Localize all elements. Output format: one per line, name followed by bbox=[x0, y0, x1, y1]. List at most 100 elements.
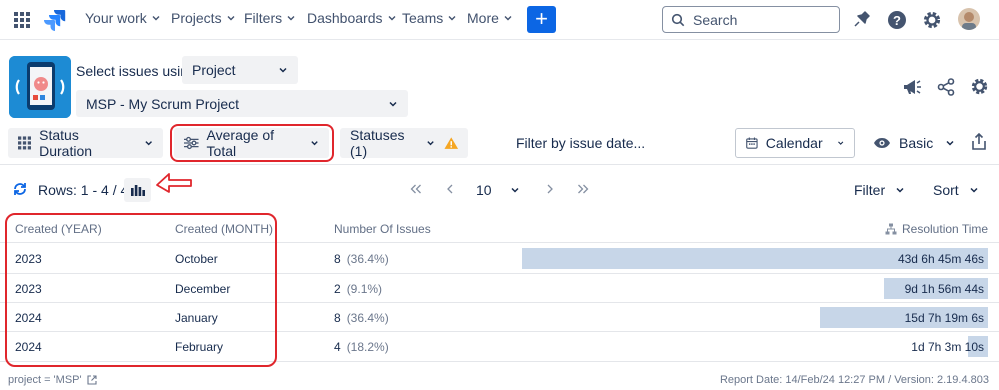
page-size-select[interactable]: 10 bbox=[476, 182, 520, 198]
resolution-value: 43d 6h 45m 46s bbox=[897, 252, 984, 266]
search-icon bbox=[671, 13, 685, 26]
grid-icon bbox=[18, 136, 32, 150]
eye-icon bbox=[874, 138, 890, 148]
nav-label: Your work bbox=[85, 10, 147, 26]
date-filter-input[interactable]: Filter by issue date... bbox=[516, 135, 645, 151]
announcement-icon[interactable] bbox=[902, 78, 922, 96]
refresh-icon[interactable] bbox=[12, 181, 28, 197]
project-select[interactable]: MSP - My Scrum Project bbox=[76, 90, 408, 117]
create-button[interactable]: + bbox=[527, 6, 556, 33]
chevron-down-icon bbox=[504, 16, 512, 21]
hierarchy-icon bbox=[885, 223, 897, 235]
chevron-down-icon bbox=[896, 187, 904, 193]
help-icon[interactable]: ? bbox=[887, 10, 907, 30]
chevron-down-icon bbox=[448, 16, 456, 21]
nav-label: Teams bbox=[402, 10, 444, 26]
jira-logo-icon[interactable] bbox=[44, 9, 66, 31]
select-issues-label: Select issues using bbox=[76, 63, 196, 79]
page-size-value: 10 bbox=[476, 182, 492, 198]
search-placeholder: Search bbox=[693, 11, 738, 28]
issue-source-select[interactable]: Project bbox=[182, 56, 298, 84]
chevron-down-icon bbox=[427, 141, 435, 146]
count-value: 8 bbox=[334, 252, 341, 266]
chevron-down-icon bbox=[287, 16, 295, 21]
share-icon[interactable] bbox=[937, 78, 955, 96]
nav-projects[interactable]: Projects bbox=[171, 10, 236, 26]
calendar-label: Calendar bbox=[765, 135, 823, 151]
highlight-annotation bbox=[170, 124, 334, 162]
count-cell: 2 (9.1%) bbox=[334, 282, 382, 296]
count-value: 2 bbox=[334, 282, 341, 296]
nav-dashboards[interactable]: Dashboards bbox=[307, 10, 397, 26]
calendar-icon bbox=[746, 137, 758, 149]
count-cell: 8 (36.4%) bbox=[334, 252, 389, 266]
chevron-down-icon bbox=[227, 16, 235, 21]
chevron-down-icon bbox=[946, 140, 954, 146]
svg-text:?: ? bbox=[893, 13, 901, 28]
export-icon[interactable] bbox=[971, 133, 987, 151]
nav-label: Projects bbox=[171, 10, 222, 26]
calendar-select[interactable]: Calendar bbox=[735, 128, 855, 158]
count-percent: (9.1%) bbox=[346, 282, 383, 296]
highlight-annotation bbox=[5, 213, 277, 367]
nav-filters[interactable]: Filters bbox=[244, 10, 296, 26]
search-input[interactable]: Search bbox=[662, 6, 840, 33]
chevron-down-icon bbox=[389, 101, 397, 107]
notifications-icon[interactable] bbox=[852, 11, 870, 29]
filter-label: Filter bbox=[854, 182, 886, 198]
sort-button[interactable]: Sort bbox=[933, 182, 979, 198]
report-info: Report Date: 14/Feb/24 12:27 PM / Versio… bbox=[719, 374, 989, 386]
chevron-down-icon bbox=[970, 187, 978, 193]
column-header-resolution[interactable]: Resolution Time bbox=[885, 222, 988, 236]
app-switcher-icon[interactable] bbox=[14, 12, 30, 28]
report-type-select[interactable]: Status Duration bbox=[8, 127, 163, 159]
project-value: MSP - My Scrum Project bbox=[86, 95, 239, 112]
chevron-down-icon bbox=[145, 141, 152, 146]
count-cell: 4 (18.2%) bbox=[334, 340, 389, 354]
last-page-icon[interactable] bbox=[577, 184, 589, 194]
app-logo-icon bbox=[9, 56, 71, 118]
next-page-icon[interactable] bbox=[546, 184, 554, 194]
resolution-value: 15d 7h 19m 6s bbox=[904, 311, 984, 325]
prev-page-icon[interactable] bbox=[446, 184, 454, 194]
settings-icon[interactable] bbox=[922, 10, 942, 30]
top-navigation: Your work Projects Filters Dashboards Te… bbox=[0, 0, 999, 40]
report-type-label: Status Duration bbox=[39, 127, 93, 159]
nav-label: Dashboards bbox=[307, 10, 383, 26]
count-percent: (36.4%) bbox=[346, 311, 389, 325]
count-value: 8 bbox=[334, 311, 341, 325]
first-page-icon[interactable] bbox=[410, 184, 422, 194]
column-header-count[interactable]: Number Of Issues bbox=[334, 222, 431, 236]
settings-icon[interactable] bbox=[970, 77, 989, 96]
view-mode-select[interactable]: Basic bbox=[873, 135, 955, 151]
sort-label: Sort bbox=[933, 182, 959, 198]
chevron-down-icon bbox=[837, 141, 843, 145]
statuses-label: Statuses (1) bbox=[350, 127, 405, 159]
resolution-value: 1d 7h 3m 10s bbox=[911, 340, 984, 354]
chevron-down-icon bbox=[279, 67, 287, 73]
chevron-down-icon bbox=[152, 16, 160, 21]
warning-icon bbox=[443, 137, 458, 149]
jql-query-link[interactable]: project = 'MSP' bbox=[8, 374, 97, 386]
nav-your-work[interactable]: Your work bbox=[85, 10, 161, 26]
bar-chart-icon bbox=[130, 185, 145, 196]
issue-source-value: Project bbox=[192, 62, 236, 78]
resolution-header-label: Resolution Time bbox=[902, 222, 989, 236]
count-percent: (36.4%) bbox=[346, 252, 389, 266]
arrow-annotation-icon bbox=[155, 171, 193, 193]
nav-more[interactable]: More bbox=[467, 10, 513, 26]
chart-toggle-button[interactable] bbox=[124, 178, 151, 202]
count-cell: 8 (36.4%) bbox=[334, 311, 389, 325]
view-mode-label: Basic bbox=[899, 135, 934, 151]
count-percent: (18.2%) bbox=[346, 340, 389, 354]
toolbar-divider bbox=[0, 164, 999, 165]
nav-label: More bbox=[467, 10, 499, 26]
statuses-select[interactable]: Statuses (1) bbox=[340, 127, 468, 159]
nav-teams[interactable]: Teams bbox=[402, 10, 457, 26]
external-link-icon bbox=[87, 375, 97, 385]
chevron-down-icon bbox=[511, 187, 519, 193]
filter-button[interactable]: Filter bbox=[854, 182, 905, 198]
nav-label: Filters bbox=[244, 10, 283, 26]
avatar[interactable] bbox=[958, 8, 980, 30]
count-value: 4 bbox=[334, 340, 341, 354]
